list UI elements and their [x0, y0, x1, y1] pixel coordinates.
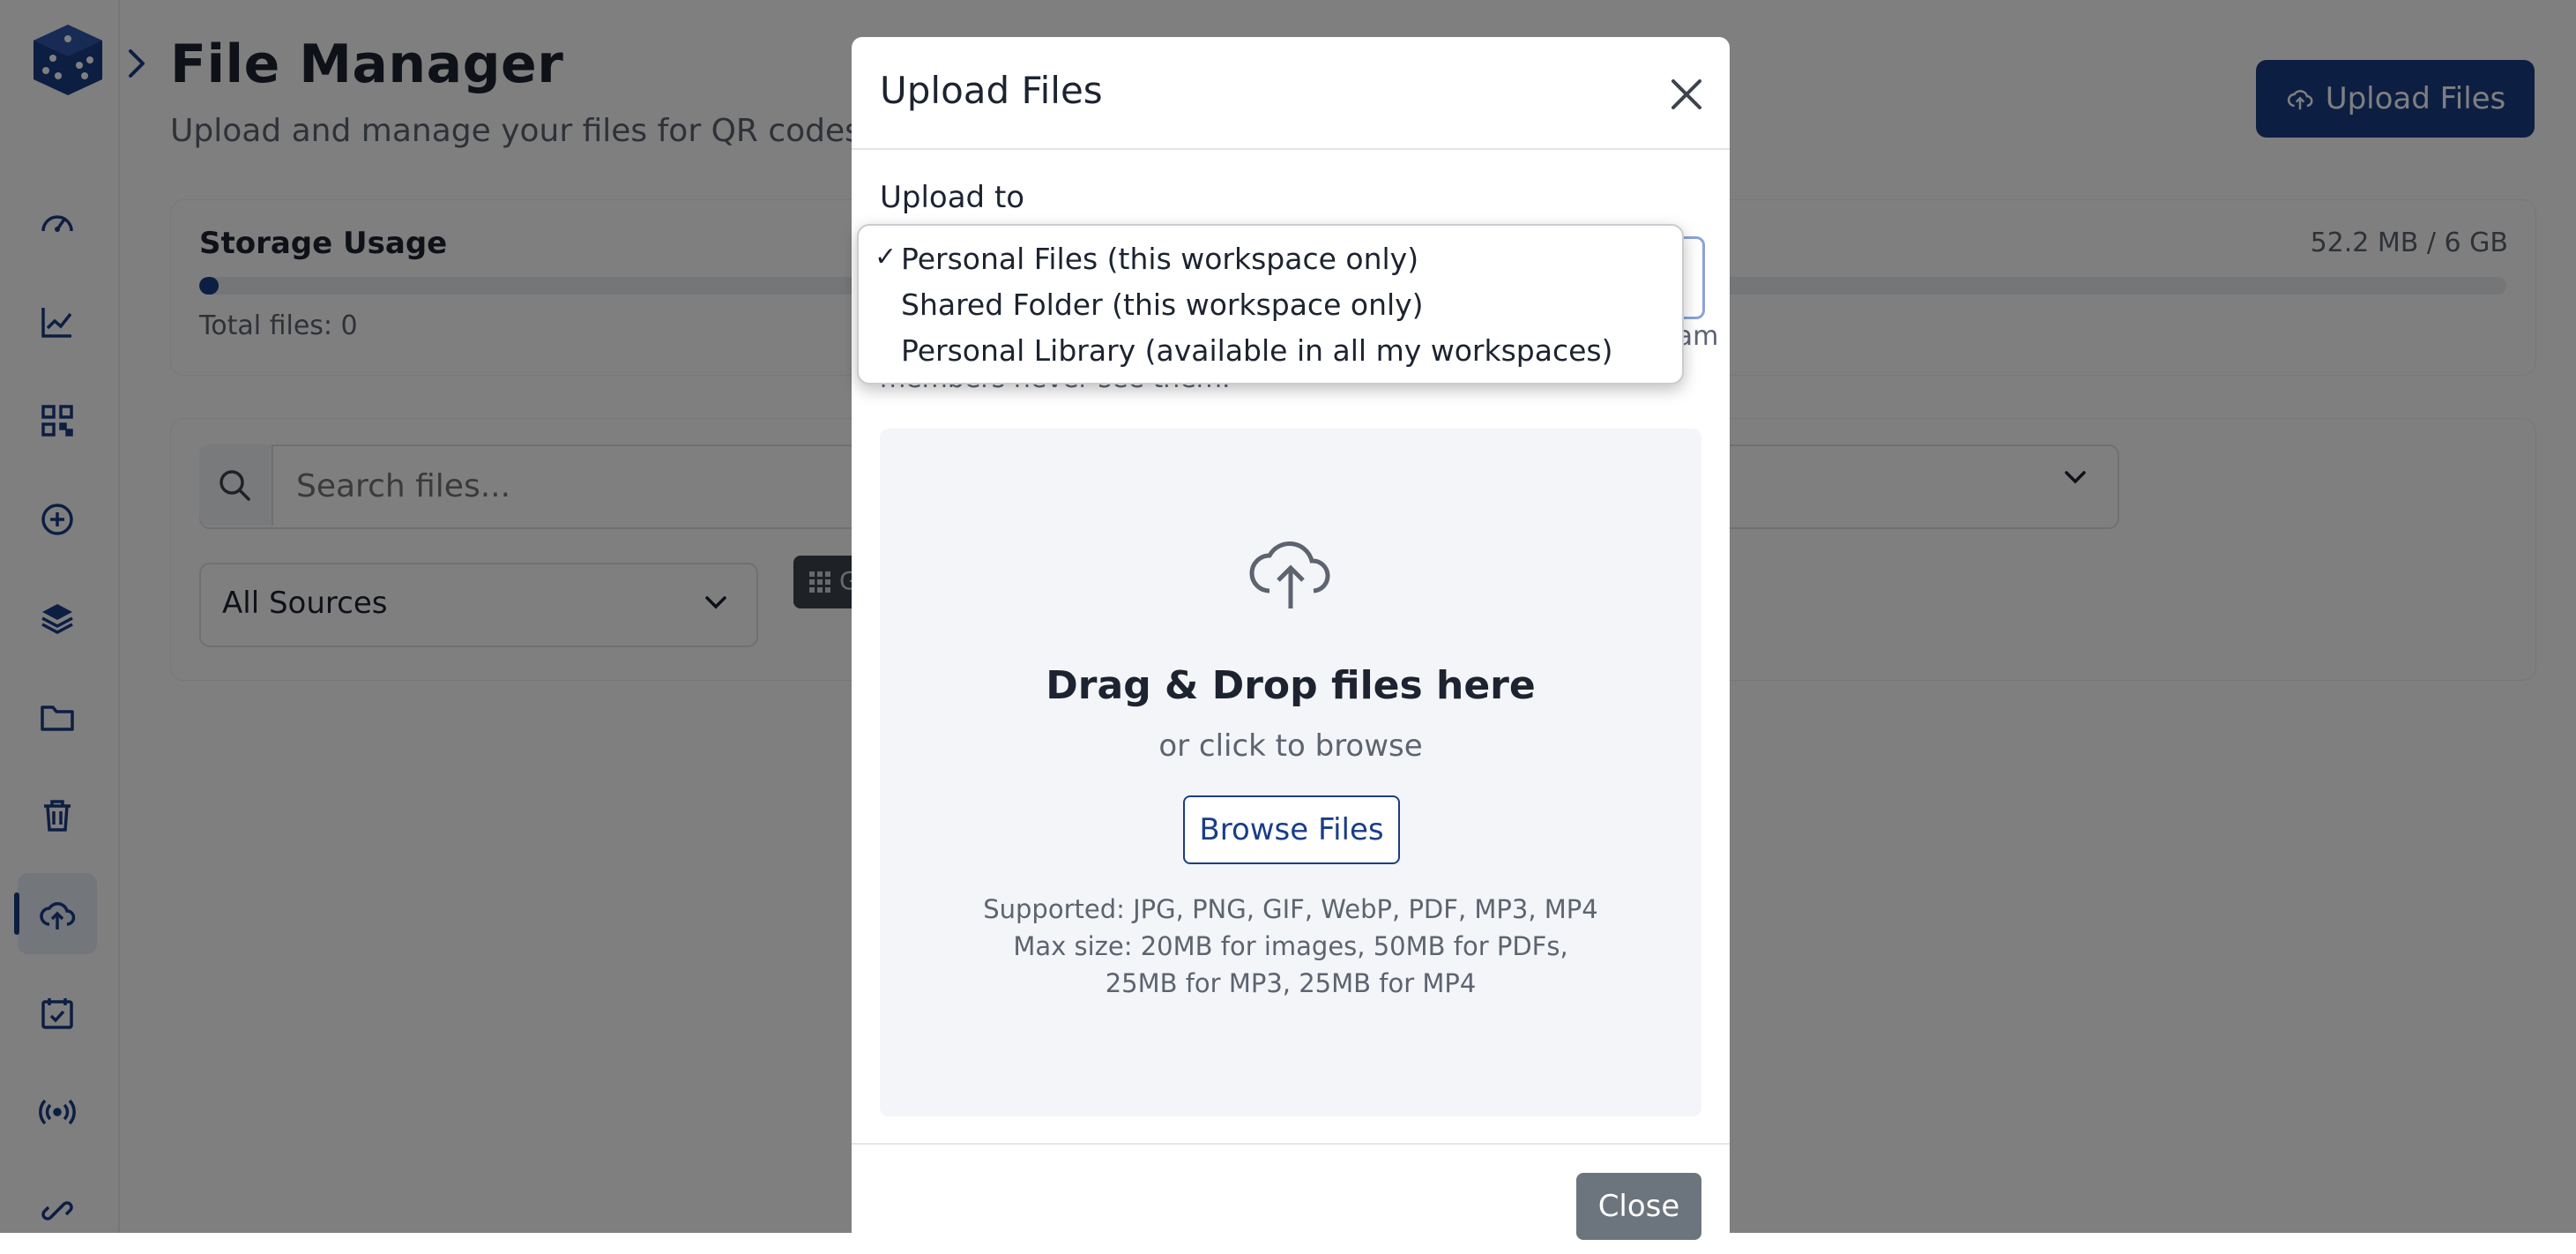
dropdown-option[interactable]: Personal Library (available in all my wo… — [901, 333, 1613, 368]
browse-files-button[interactable]: Browse Files — [1183, 795, 1400, 864]
drop-title: Drag & Drop files here — [1046, 663, 1536, 708]
cloud-upload-icon — [1245, 527, 1336, 612]
supported-formats: Supported: JPG, PNG, GIF, WebP, PDF, MP3… — [880, 891, 1701, 1002]
drop-subtitle: or click to browse — [1158, 728, 1423, 764]
dropdown-option[interactable]: Shared Folder (this workspace only) — [901, 287, 1424, 322]
modal-title: Upload Files — [880, 69, 1103, 112]
close-button[interactable]: Close — [1576, 1173, 1701, 1240]
max-size-info: Max size: 20MB for images, 50MB for PDFs… — [1013, 931, 1568, 998]
modal-divider — [852, 148, 1730, 150]
modal-footer-divider — [852, 1143, 1730, 1145]
selected-check-icon: ✓ — [875, 242, 897, 272]
upload-to-label: Upload to — [880, 180, 1025, 215]
close-icon[interactable] — [1664, 72, 1709, 116]
supported-types: Supported: JPG, PNG, GIF, WebP, PDF, MP3… — [983, 894, 1598, 924]
dropdown-option[interactable]: Personal Files (this workspace only) — [901, 242, 1418, 276]
